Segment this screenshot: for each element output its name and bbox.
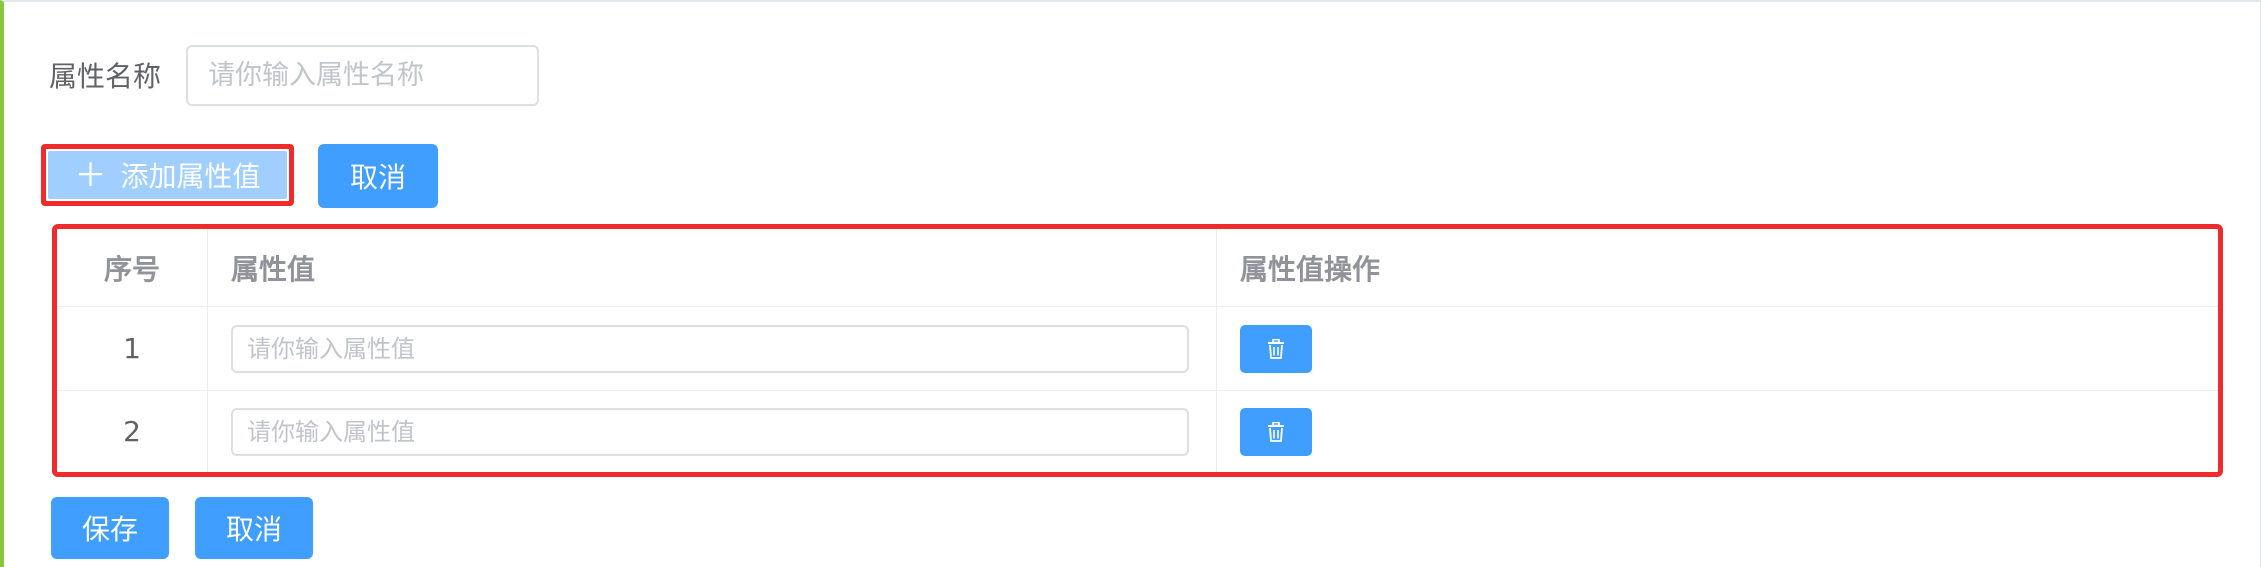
cancel-bottom-button[interactable]: 取消 (195, 497, 313, 559)
table-row: 1 (57, 307, 2218, 391)
row-actions-cell (1217, 307, 2218, 390)
plus-icon: ＋ (74, 156, 107, 194)
attribute-value-input[interactable] (231, 324, 1189, 373)
row-index: 2 (123, 415, 141, 448)
attribute-name-input[interactable] (186, 45, 539, 106)
table-header-row: 序号 属性值 属性值操作 (57, 229, 2218, 307)
row-index-cell: 2 (57, 391, 208, 472)
trash-icon (1268, 421, 1284, 442)
row-index: 1 (123, 332, 141, 365)
header-cell-value: 属性值 (208, 229, 1217, 306)
trash-icon (1268, 338, 1284, 359)
delete-row-button[interactable] (1240, 324, 1312, 373)
cancel-top-button[interactable]: 取消 (318, 144, 438, 208)
row-value-cell (208, 307, 1217, 390)
column-header-value: 属性值 (231, 252, 316, 286)
add-attribute-value-label: 添加属性值 (120, 160, 261, 193)
attribute-name-label: 属性名称 (49, 60, 162, 93)
add-attribute-value-button[interactable]: ＋ 添加属性值 (48, 151, 287, 199)
column-header-index: 序号 (103, 252, 160, 286)
row-value-cell (208, 391, 1217, 472)
attribute-values-table: 序号 属性值 属性值操作 1 请你输入属性值 2 请你输入属性值 (57, 229, 2218, 472)
attribute-edit-card: 属性名称 ＋ 添加属性值 取消 序号 属性值 属性值操作 1 (0, 0, 2261, 567)
header-cell-index: 序号 (57, 229, 208, 306)
table-row: 2 (57, 391, 2218, 472)
row-index-cell: 1 (57, 307, 208, 390)
column-header-actions: 属性值操作 (1240, 252, 1381, 286)
attribute-value-input[interactable] (231, 407, 1189, 456)
save-button[interactable]: 保存 (51, 497, 169, 559)
header-cell-actions: 属性值操作 (1217, 229, 2218, 306)
row-actions-cell (1217, 391, 2218, 472)
delete-row-button[interactable] (1240, 407, 1312, 456)
